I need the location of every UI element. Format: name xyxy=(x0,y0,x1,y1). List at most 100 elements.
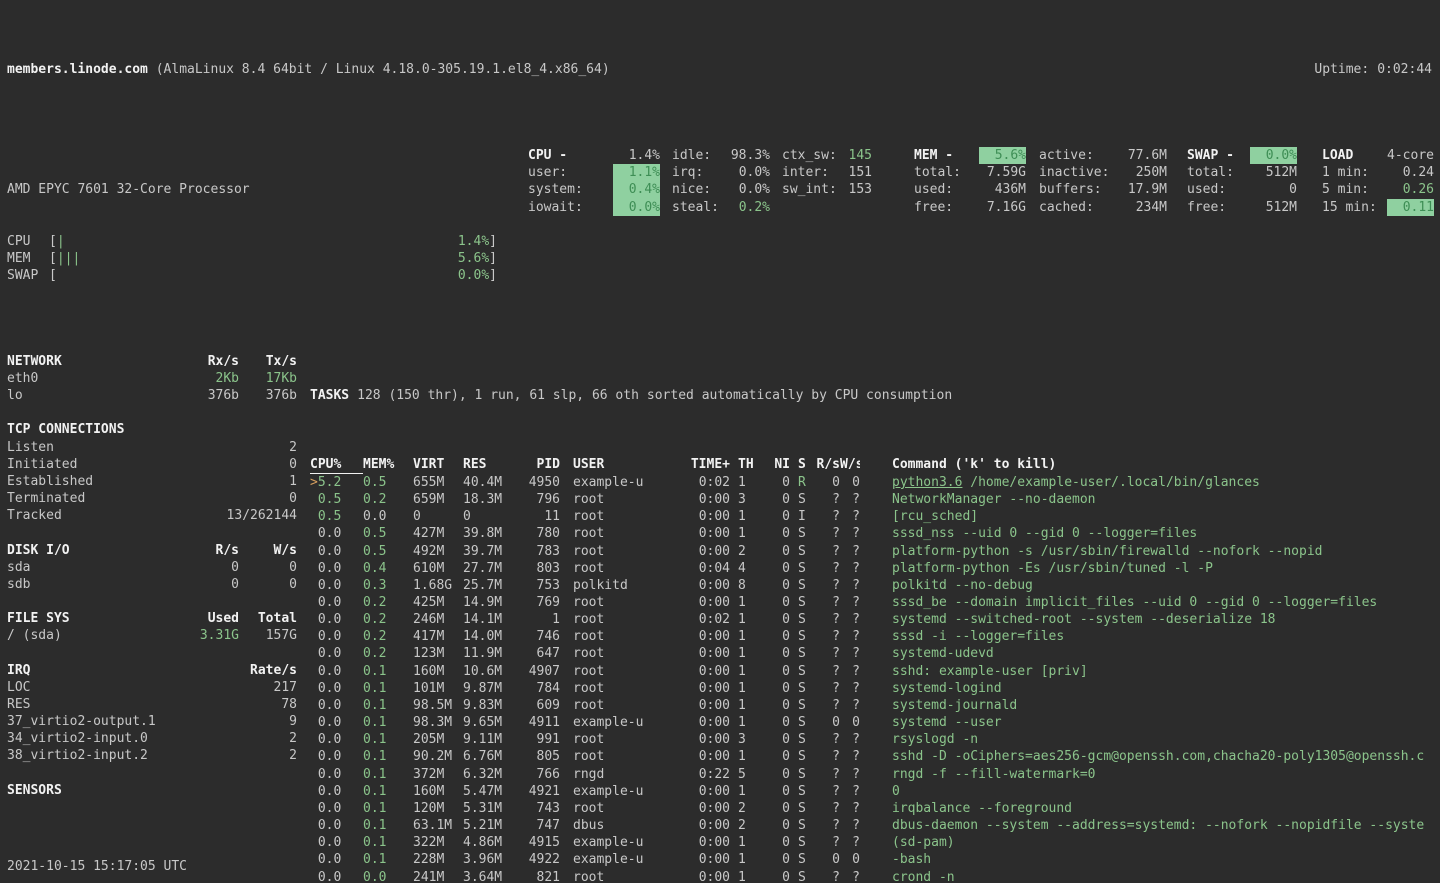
selection-arrow xyxy=(310,801,318,816)
header-virt: VIRT xyxy=(413,456,463,474)
cell-res: 3.64M xyxy=(463,869,523,883)
cell-mem: 0.1 xyxy=(363,731,413,748)
item-value: 217 xyxy=(181,679,297,696)
cell-read-rate: ? xyxy=(812,577,840,594)
bracket-close: ] xyxy=(489,233,497,250)
process-row: 0.00.5427M39.8M780root0:0010S??sssd_nss … xyxy=(310,525,1440,542)
gauge-label: CPU xyxy=(7,233,49,250)
cell-res: 25.7M xyxy=(463,577,523,594)
cell-read-rate: 0 xyxy=(812,474,840,491)
cell-write-rate: 0 xyxy=(840,474,860,491)
process-row: 0.00.31.68G25.7M753polkitd0:0080S??polki… xyxy=(310,577,1440,594)
item-label: Tracked xyxy=(7,507,181,524)
cell-time: 0:02 xyxy=(680,611,730,628)
cpu-value: 0.0 xyxy=(318,561,341,576)
cell-read-rate: 0 xyxy=(812,714,840,731)
stat-label: LOAD xyxy=(1322,147,1353,164)
cell-cpu: 0.0 xyxy=(310,680,363,697)
summary-stat: inter:151 xyxy=(782,164,872,181)
cell-command: irqbalance --foreground xyxy=(860,800,1440,817)
cell-write-rate: ? xyxy=(840,748,860,765)
tasks-sort-info: sorted automatically by CPU consumption xyxy=(647,388,952,403)
section-title: DISK I/O xyxy=(7,542,181,559)
stat-value: 250M xyxy=(1136,164,1167,181)
cell-virt: 123M xyxy=(413,645,463,662)
spacer xyxy=(7,765,297,782)
clock: 2021-10-15 15:17:05 UTC xyxy=(7,858,187,875)
title-bar: members.linode.com (AlmaLinux 8.4 64bit … xyxy=(0,51,1440,78)
section-title: SENSORS xyxy=(7,782,297,799)
summary-stat: system:0.4% xyxy=(528,181,660,198)
cell-thr: 8 xyxy=(730,577,754,594)
bracket-close: ] xyxy=(489,250,497,267)
list-item: RES78 xyxy=(7,696,297,713)
item-value: 157G xyxy=(239,627,297,644)
cell-user: root xyxy=(560,543,680,560)
cell-thr: 1 xyxy=(730,834,754,851)
cell-user: example-u xyxy=(560,714,680,731)
cell-command: python3.6 /home/example-user/.local/bin/… xyxy=(860,474,1440,491)
stat-value: 0.24 xyxy=(1403,164,1434,181)
stat-label: buffers: xyxy=(1039,181,1102,198)
item-label: eth0 xyxy=(7,370,181,387)
column-header: R/s xyxy=(181,542,239,559)
cell-mem: 0.1 xyxy=(363,851,413,868)
cell-res: 5.21M xyxy=(463,817,523,834)
selection-arrow xyxy=(310,561,318,576)
item-label: Established xyxy=(7,473,181,490)
process-row: 0.00.198.5M9.83M609root0:0010S??systemd-… xyxy=(310,697,1440,714)
stat-label: total: xyxy=(1187,164,1234,181)
cell-cpu: 0.5 xyxy=(310,508,363,525)
list-item: 37_virtio2-output.19 xyxy=(7,713,297,730)
cell-mem: 0.1 xyxy=(363,817,413,834)
cell-cpu: 0.0 xyxy=(310,834,363,851)
selection-arrow xyxy=(310,612,318,627)
cell-pid: 11 xyxy=(523,508,560,525)
cell-write-rate: ? xyxy=(840,611,860,628)
cell-virt: 160M xyxy=(413,783,463,800)
stat-value: 0.0% xyxy=(1250,147,1297,164)
list-item: eth02Kb17Kb xyxy=(7,370,297,387)
cell-user: rngd xyxy=(560,766,680,783)
cell-command: systemd-udevd xyxy=(860,645,1440,662)
summary-stat: free:512M xyxy=(1187,199,1297,216)
cell-read-rate: ? xyxy=(812,491,840,508)
cell-read-rate: ? xyxy=(812,834,840,851)
cell-write-rate: ? xyxy=(840,594,860,611)
cell-mem: 0.4 xyxy=(363,560,413,577)
gauge-bars: ||| xyxy=(57,250,80,267)
summary-stat: irq:0.0% xyxy=(672,164,770,181)
cpu-value: 0.0 xyxy=(318,526,341,541)
cell-mem: 0.1 xyxy=(363,748,413,765)
cell-mem: 0.1 xyxy=(363,800,413,817)
sidebar-section-file-sys: FILE SYSUsedTotal xyxy=(7,610,297,627)
cell-write-rate: ? xyxy=(840,697,860,714)
stat-label: inactive: xyxy=(1039,164,1109,181)
cell-virt: 98.5M xyxy=(413,697,463,714)
bracket-open: [ xyxy=(49,267,57,284)
list-item: Terminated0 xyxy=(7,490,297,507)
header-thr: THR xyxy=(730,456,754,474)
cell-ni: 0 xyxy=(754,714,790,731)
cell-time: 0:00 xyxy=(680,491,730,508)
cell-command: 0 xyxy=(860,783,1440,800)
cell-res: 5.47M xyxy=(463,783,523,800)
cell-pid: 4921 xyxy=(523,783,560,800)
cell-time: 0:00 xyxy=(680,834,730,851)
sidebar-section-tcp-connections: TCP CONNECTIONS xyxy=(7,421,297,438)
selection-arrow xyxy=(310,852,318,867)
selection-arrow xyxy=(310,509,318,524)
cell-virt: 322M xyxy=(413,834,463,851)
cell-command: rsyslogd -n xyxy=(860,731,1440,748)
cell-read-rate: ? xyxy=(812,663,840,680)
cell-time: 0:00 xyxy=(680,663,730,680)
cell-user: example-u xyxy=(560,783,680,800)
summary-stat: iowait:0.0% xyxy=(528,199,660,216)
header-rs: R/s xyxy=(812,456,840,474)
cell-ni: 0 xyxy=(754,577,790,594)
cell-status: S xyxy=(790,560,812,577)
cell-time: 0:00 xyxy=(680,731,730,748)
cell-pid: 821 xyxy=(523,869,560,883)
item-value: 0 xyxy=(181,490,297,507)
column-header: Used xyxy=(181,610,239,627)
